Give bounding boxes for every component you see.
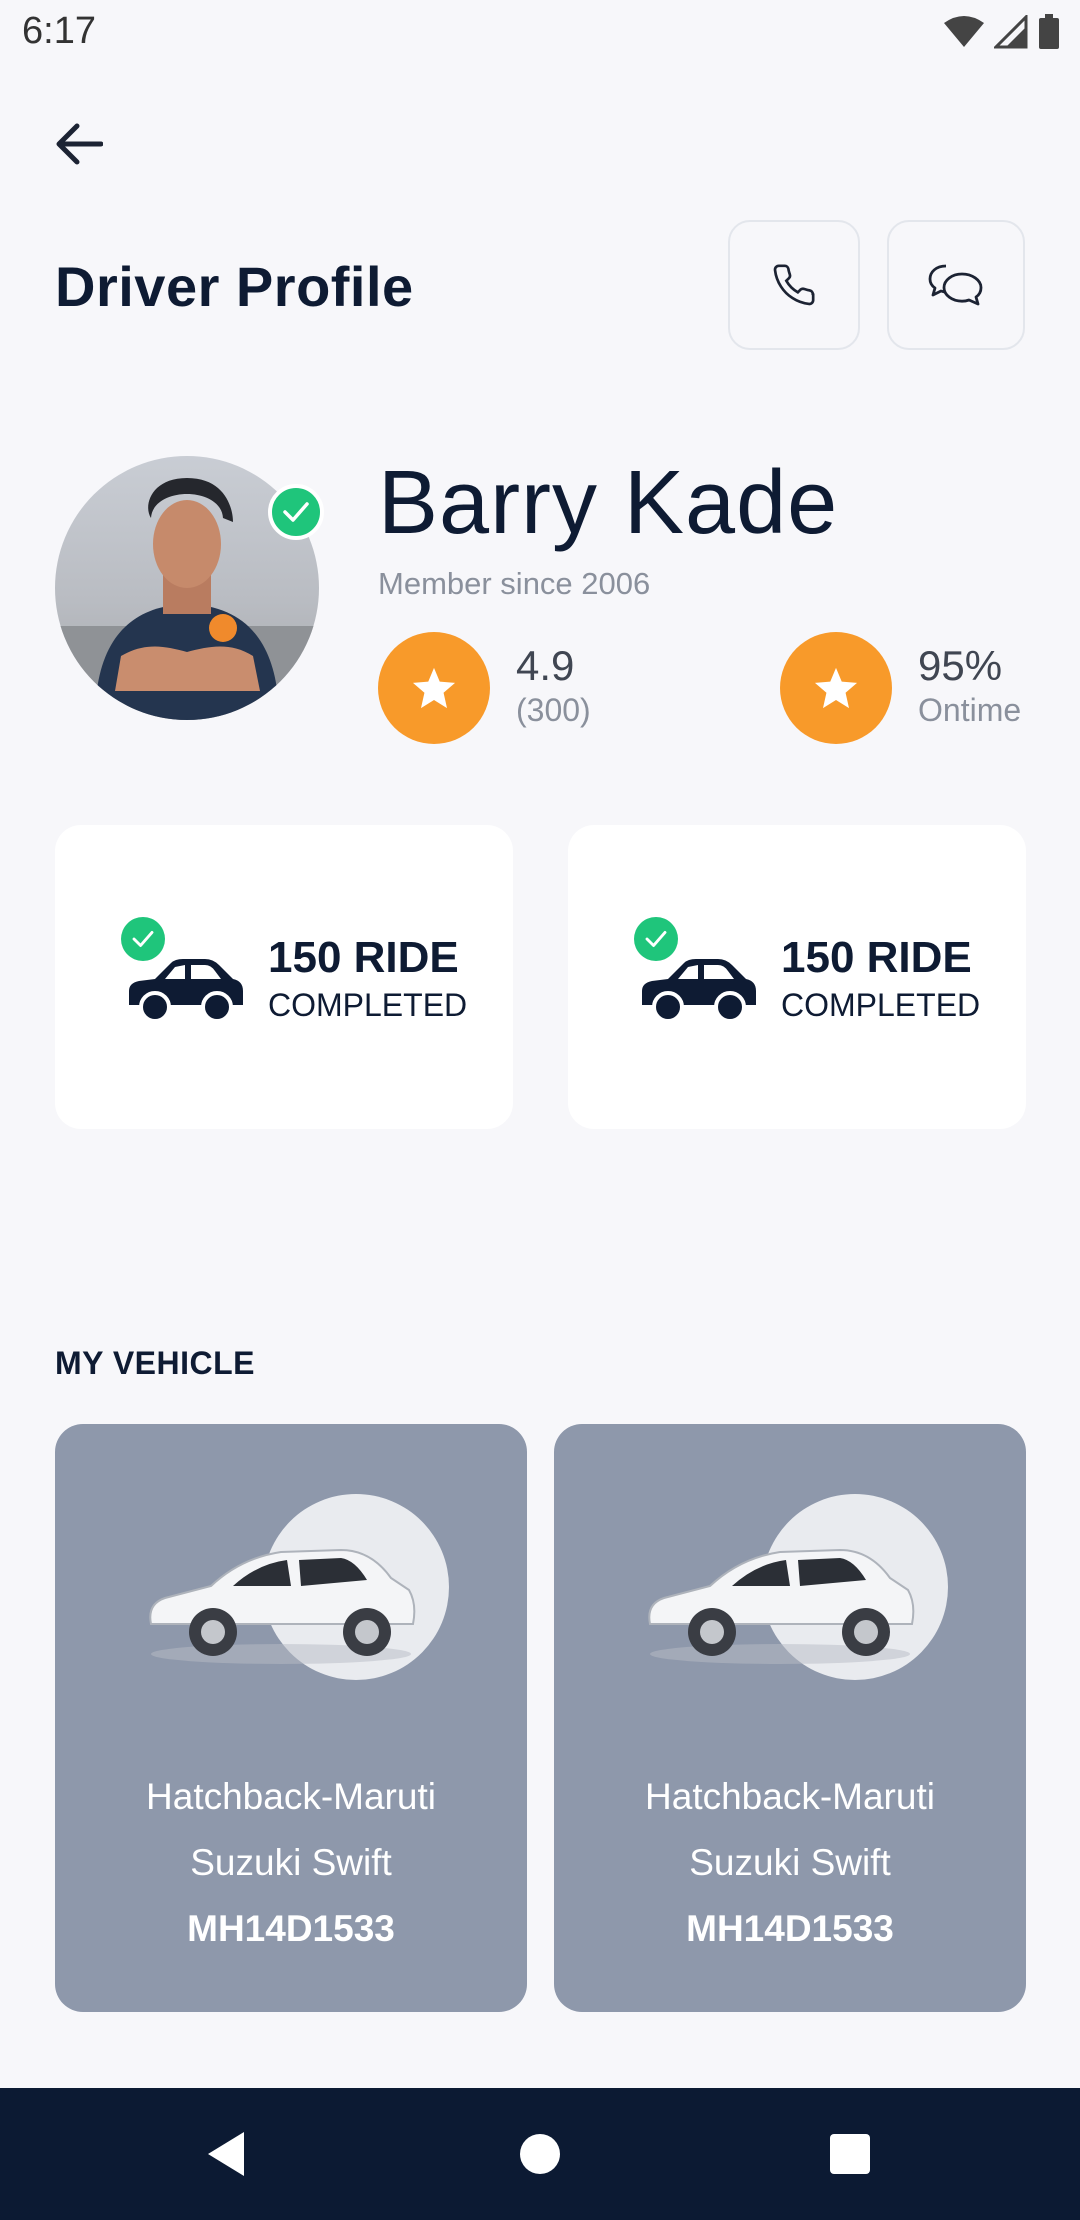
nav-home-icon [520, 2134, 560, 2174]
vehicle-model: Suzuki Swift [190, 1842, 392, 1883]
vehicle-plate: MH14D1533 [187, 1908, 395, 1949]
ontime-label: Ontime [918, 692, 1022, 728]
car-icon [642, 959, 756, 1023]
ride-count: 150 RIDE [268, 933, 459, 982]
star-icon [814, 667, 858, 709]
status-time: 6:17 [22, 10, 96, 52]
ride-count: 150 RIDE [781, 933, 972, 982]
rating-value: 4.9 [516, 642, 575, 689]
driver-name: Barry Kade [378, 453, 839, 553]
vehicle-plate: MH14D1533 [686, 1908, 894, 1949]
nav-recents-icon [830, 2134, 870, 2174]
nav-back-button[interactable] [190, 2118, 262, 2190]
battery-icon [1039, 14, 1059, 49]
vehicle-type: Hatchback-Maruti [645, 1776, 935, 1817]
star-icon [412, 667, 456, 709]
vehicle-card[interactable]: Hatchback-Maruti Suzuki Swift MH14D1533 [554, 1424, 1026, 2012]
ride-label: COMPLETED [781, 987, 981, 1023]
ride-check-badge [634, 917, 678, 961]
signal-icon [994, 15, 1028, 49]
check-icon [645, 931, 667, 947]
back-button[interactable] [46, 112, 110, 176]
my-vehicle-title: MY VEHICLE [55, 1345, 255, 1381]
ride-completed-card: 150 RIDE COMPLETED [55, 825, 513, 1129]
member-since: Member since 2006 [378, 566, 651, 601]
chat-icon [928, 264, 983, 306]
wifi-icon [944, 16, 984, 47]
vehicle-image [149, 1548, 416, 1664]
back-arrow-icon [56, 123, 103, 165]
vehicle-model: Suzuki Swift [689, 1842, 891, 1883]
vehicle-type: Hatchback-Maruti [146, 1776, 436, 1817]
verified-badge [268, 484, 324, 540]
vehicle-card[interactable]: Hatchback-Maruti Suzuki Swift MH14D1533 [55, 1424, 527, 2012]
ride-check-badge [121, 917, 165, 961]
vehicle-image [648, 1548, 915, 1664]
call-button[interactable] [728, 220, 860, 350]
rating-star-circle [378, 632, 490, 744]
chat-button[interactable] [887, 220, 1025, 350]
status-icons [944, 14, 1060, 50]
rating-count: (300) [516, 692, 591, 728]
phone-icon [773, 264, 815, 306]
check-icon [132, 931, 154, 947]
nav-back-icon [208, 2132, 244, 2176]
system-nav-bar [0, 2088, 1080, 2220]
ontime-star-circle [780, 632, 892, 744]
ontime-value: 95% [918, 642, 1003, 689]
check-icon [283, 502, 309, 522]
status-bar: 6:17 [0, 0, 1080, 66]
car-icon [129, 959, 243, 1023]
ride-label: COMPLETED [268, 987, 468, 1023]
page-title: Driver Profile [55, 255, 414, 318]
nav-home-button[interactable] [504, 2118, 576, 2190]
nav-recents-button[interactable] [814, 2118, 886, 2190]
ride-completed-card: 150 RIDE COMPLETED [568, 825, 1026, 1129]
